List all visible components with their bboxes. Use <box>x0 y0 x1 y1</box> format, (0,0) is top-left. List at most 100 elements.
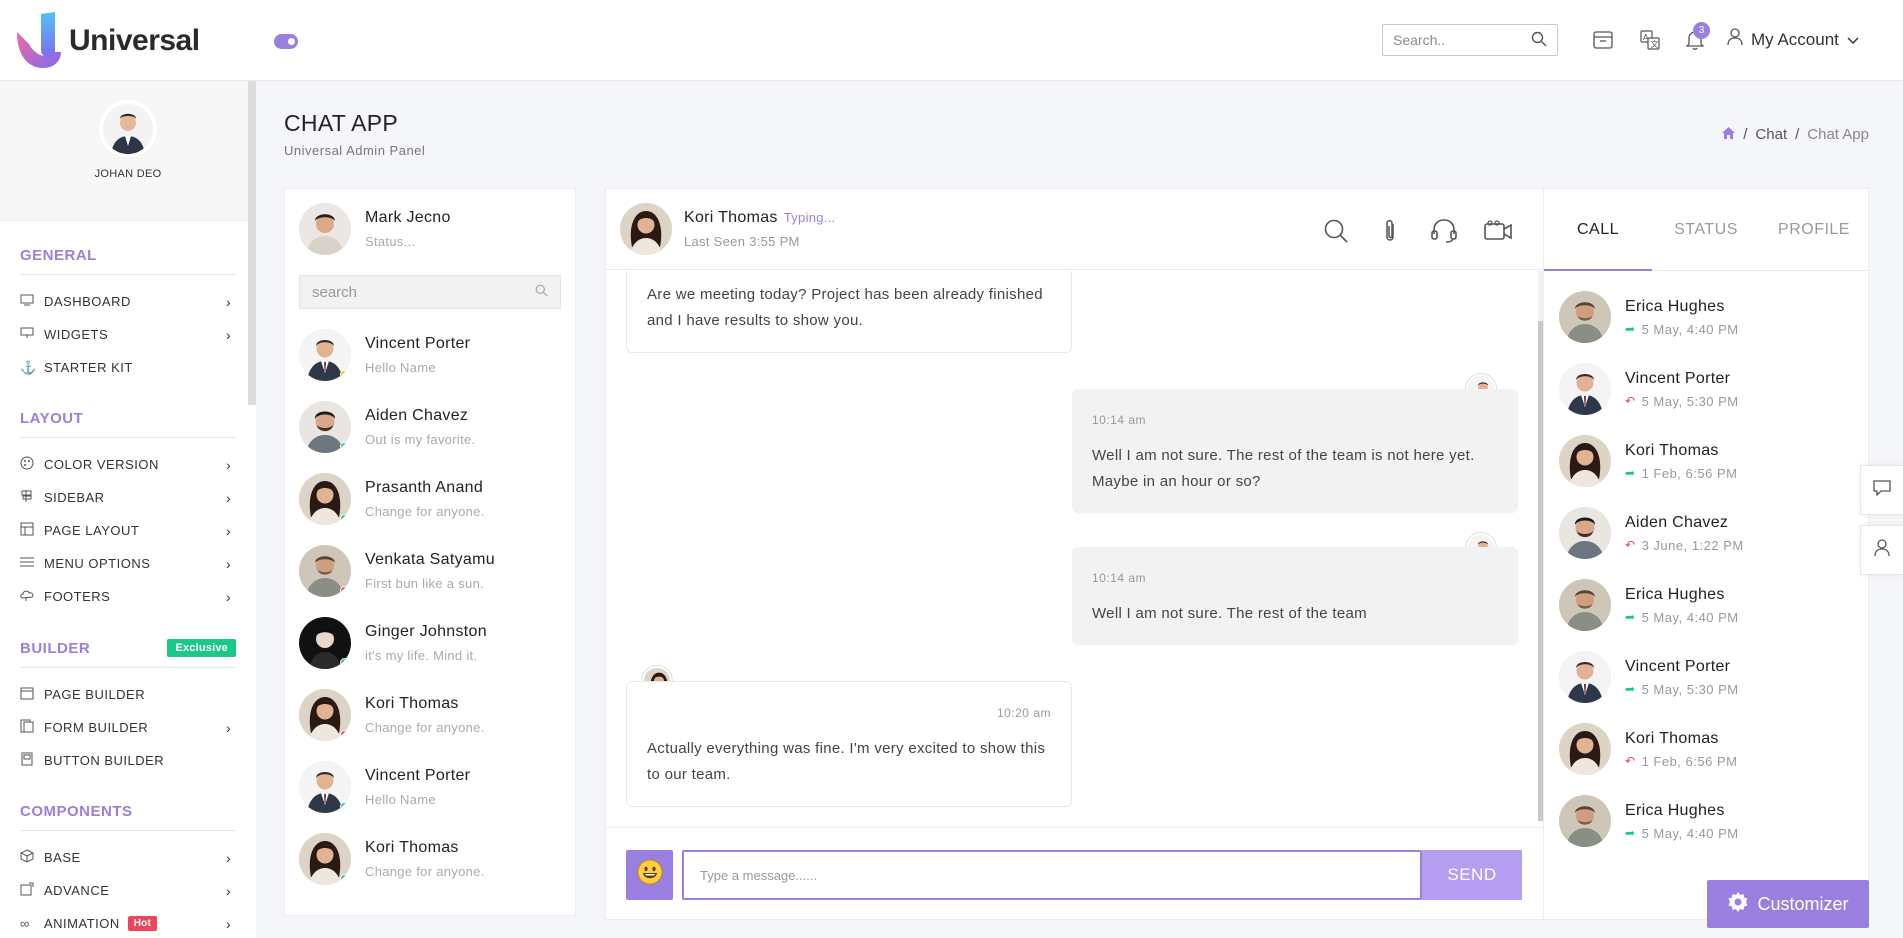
archive-icon[interactable] <box>1591 28 1615 52</box>
chat-float-button[interactable] <box>1860 465 1903 515</box>
sidebar-item-footers[interactable]: FOOTERS › <box>20 580 236 613</box>
avatar <box>299 617 351 669</box>
call-item[interactable]: Vincent Porter ↶ 5 May, 5:30 PM <box>1544 353 1868 425</box>
message-input[interactable]: Type a message...... <box>682 850 1422 900</box>
avatar <box>1559 435 1611 487</box>
call-time: 1 Feb, 6:56 PM <box>1641 465 1738 481</box>
headset-icon[interactable] <box>1429 216 1459 246</box>
sidebar-item-widgets[interactable]: WIDGETS › <box>20 318 236 351</box>
video-call-icon[interactable] <box>1483 216 1513 246</box>
attachment-icon[interactable] <box>1375 216 1405 246</box>
online-status-dot <box>340 586 349 595</box>
sidebar-item-label: SIDEBAR <box>44 490 105 505</box>
chevron-right-icon: › <box>226 915 232 932</box>
sidebar-item-animation[interactable]: ∞ ANIMATION Hot › <box>20 907 236 938</box>
contact-name: Aiden Chavez <box>365 407 469 424</box>
customizer-button[interactable]: Customizer <box>1707 880 1869 928</box>
chevron-right-icon: › <box>226 456 232 473</box>
sidebar-item-menu-options[interactable]: MENU OPTIONS › <box>20 547 236 580</box>
call-item[interactable]: Erica Hughes ➦ 5 May, 4:40 PM <box>1544 281 1868 353</box>
sidebar-toggle[interactable] <box>274 34 298 49</box>
contact-last-message: Change for anyone. <box>365 504 485 519</box>
section-label: GENERAL <box>20 247 97 264</box>
tab-call[interactable]: CALL <box>1544 189 1652 271</box>
avatar <box>299 833 351 885</box>
profile-name: JOHAN DEO <box>94 168 162 180</box>
sidebar-item-label: MENU OPTIONS <box>44 556 151 571</box>
caller-name: Erica Hughes <box>1625 585 1725 603</box>
caller-name: Vincent Porter <box>1625 369 1731 387</box>
chat-bubble-icon <box>1873 479 1891 501</box>
sidebar-item-form-builder[interactable]: FORM BUILDER › <box>20 711 236 744</box>
call-item[interactable]: Erica Hughes ➦ 5 May, 4:40 PM <box>1544 569 1868 641</box>
my-profile-row[interactable]: Mark Jecno Status... <box>285 189 575 269</box>
avatar[interactable] <box>103 104 153 154</box>
brand-name: Universal <box>69 24 200 57</box>
sidebar-item-starter-kit[interactable]: ⚓ STARTER KIT <box>20 351 236 384</box>
tab-profile[interactable]: PROFILE <box>1760 189 1868 270</box>
contact-item[interactable]: Vincent Porter Hello Name <box>285 751 575 823</box>
search-icon[interactable] <box>1321 216 1351 246</box>
call-time: 5 May, 4:40 PM <box>1641 609 1739 625</box>
notification-badge: 3 <box>1693 22 1710 39</box>
sidebar-item-button-builder[interactable]: BUTTON BUILDER <box>20 744 236 777</box>
translate-icon[interactable]: A文 <box>1638 28 1662 52</box>
call-item[interactable]: Aiden Chavez ↶ 3 June, 1:22 PM <box>1544 497 1868 569</box>
brand-logo[interactable]: Universal <box>15 12 200 70</box>
contact-item[interactable]: Ginger Johnston it's my life. Mind it. <box>285 607 575 679</box>
chevron-right-icon: › <box>226 719 232 736</box>
sidebar-item-label: WIDGETS <box>44 327 109 342</box>
contact-item[interactable]: Aiden Chavez Out is my favorite. <box>285 391 575 463</box>
contact-item[interactable]: Kori Thomas Change for anyone. <box>285 823 575 895</box>
home-icon[interactable] <box>1722 127 1736 142</box>
contact-search-input[interactable]: search <box>299 275 561 309</box>
send-button[interactable]: SEND <box>1422 850 1522 900</box>
call-item[interactable]: Erica Hughes ➦ 5 May, 4:40 PM <box>1544 785 1868 857</box>
sidebar-item-advance[interactable]: ADVANCE › <box>20 874 236 907</box>
header-search-input[interactable]: Search.. <box>1382 24 1558 56</box>
call-status-panel: CALL STATUS PROFILE Erica Hughes ➦ 5 May, … <box>1543 188 1869 920</box>
emoji-button[interactable] <box>626 850 673 900</box>
contact-item[interactable]: Prasanth Anand Change for anyone. <box>285 463 575 535</box>
online-status-dot <box>340 874 349 883</box>
contact-item[interactable]: Kori Thomas Change for anyone. <box>285 679 575 751</box>
account-menu[interactable]: My Account <box>1727 28 1859 51</box>
message-text: Are we meeting today? Project has been a… <box>647 286 1043 329</box>
search-icon <box>1531 31 1547 50</box>
chat-contact[interactable]: Kori Thomas Typing... Last Seen 3:55 PM <box>620 203 836 255</box>
sidebar-scrollbar[interactable] <box>248 81 256 405</box>
user-float-button[interactable] <box>1860 525 1903 575</box>
call-time: 3 June, 1:22 PM <box>1641 537 1744 553</box>
breadcrumb-chat[interactable]: Chat <box>1755 126 1787 143</box>
account-label: My Account <box>1751 29 1839 49</box>
call-item[interactable]: Kori Thomas ↶ 1 Feb, 6:56 PM <box>1544 713 1868 785</box>
desktop-icon <box>20 327 40 342</box>
sidebar-item-dashboard[interactable]: DASHBOARD › <box>20 285 236 318</box>
sidebar-item-page-layout[interactable]: PAGE LAYOUT › <box>20 514 236 547</box>
sidebar-item-color-version[interactable]: COLOR VERSION › <box>20 448 236 481</box>
button-icon <box>20 752 40 769</box>
contact-last-message: Out is my favorite. <box>365 432 476 447</box>
sidebar-item-base[interactable]: BASE › <box>20 841 236 874</box>
contact-item[interactable]: Vincent Porter Hello Name <box>285 319 575 391</box>
call-item[interactable]: Vincent Porter ➦ 5 May, 5:30 PM <box>1544 641 1868 713</box>
call-item[interactable]: Kori Thomas ➦ 1 Feb, 6:56 PM <box>1544 425 1868 497</box>
caller-name: Kori Thomas <box>1625 441 1719 459</box>
section-title-general: GENERAL <box>20 247 236 275</box>
page-title: CHAT APP <box>284 110 399 136</box>
call-time: 5 May, 4:40 PM <box>1641 825 1739 841</box>
tab-status[interactable]: STATUS <box>1652 189 1760 270</box>
message-history[interactable]: Are we meeting today? Project has been a… <box>606 271 1545 819</box>
sidebar-item-label: ADVANCE <box>44 883 110 898</box>
avatar <box>299 761 351 813</box>
contact-item[interactable]: Venkata Satyamu First bun like a sun. <box>285 535 575 607</box>
section-title-components: COMPONENTS <box>20 803 236 831</box>
sidebar-item-label: STARTER KIT <box>44 360 133 375</box>
call-time: 5 May, 4:40 PM <box>1641 321 1739 337</box>
online-status-dot <box>340 658 349 667</box>
sidebar-item-page-builder[interactable]: PAGE BUILDER <box>20 678 236 711</box>
sidebar-item-sidebar[interactable]: SIDEBAR › <box>20 481 236 514</box>
form-icon <box>20 719 40 736</box>
typing-indicator: Typing... <box>783 210 836 225</box>
online-status-dot <box>340 370 349 379</box>
